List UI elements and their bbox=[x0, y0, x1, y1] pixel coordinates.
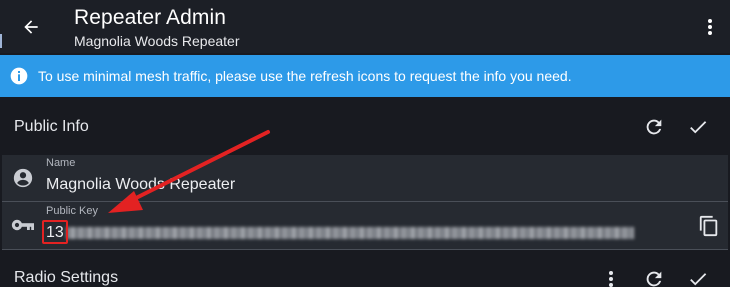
annotation-arrow bbox=[108, 130, 270, 213]
